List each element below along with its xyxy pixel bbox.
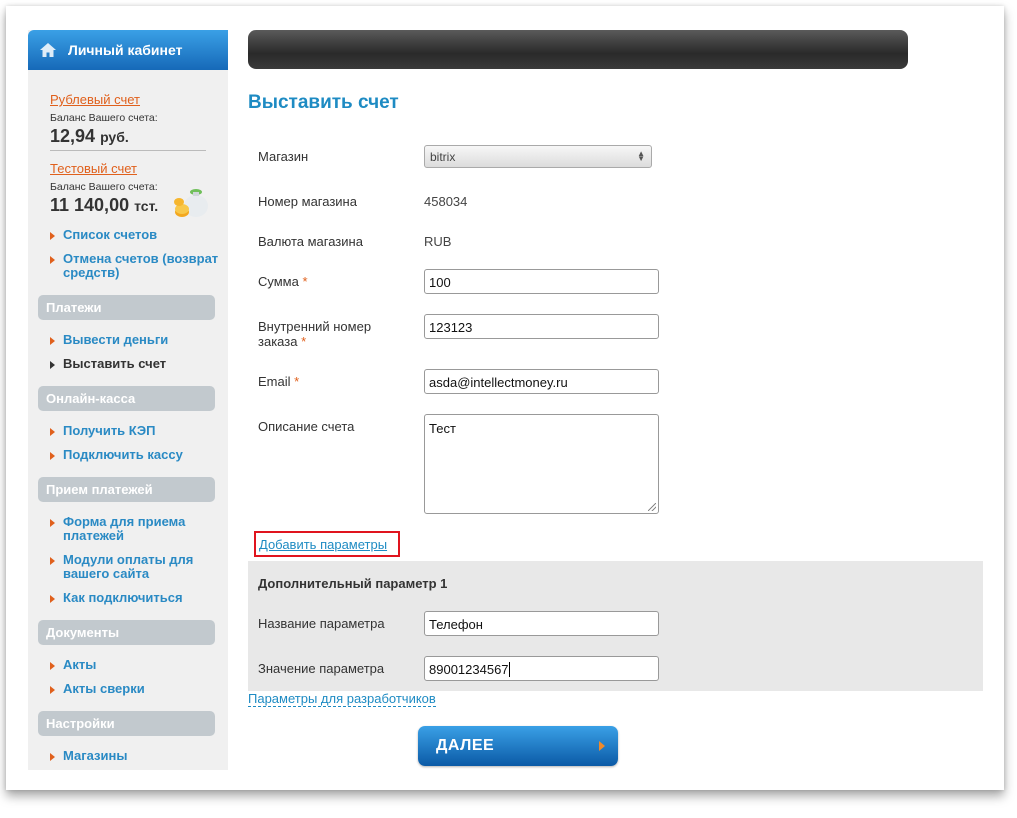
sidebar-item-shops[interactable]: Магазины xyxy=(50,749,220,763)
required-mark: * xyxy=(302,274,308,289)
shop-select[interactable]: bitrix ▲ ▼ xyxy=(424,145,652,168)
arrow-right-icon xyxy=(50,337,55,345)
developer-params-link[interactable]: Параметры для разработчиков xyxy=(248,691,436,707)
arrow-right-icon xyxy=(50,686,55,694)
ruble-balance-amount: 12,94 xyxy=(50,126,96,146)
select-arrows-icon: ▲ ▼ xyxy=(637,149,645,163)
shop-number-value: 458034 xyxy=(424,194,468,209)
sidebar: Личный кабинет Рублевый счет Баланс Ваше… xyxy=(28,30,228,770)
required-mark: * xyxy=(301,334,307,349)
test-balance-label: Баланс Вашего счета: xyxy=(50,181,158,193)
order-number-input[interactable]: 123123 xyxy=(424,314,659,339)
sidebar-header[interactable]: Личный кабинет xyxy=(28,30,228,70)
required-mark: * xyxy=(294,374,300,389)
sidebar-item-reconciliation-acts[interactable]: Акты сверки xyxy=(50,682,220,696)
test-balance-currency: тст. xyxy=(134,198,159,214)
sidebar-item-how-to-connect[interactable]: Как подключиться xyxy=(50,591,220,605)
arrow-right-icon xyxy=(50,256,55,264)
sidebar-item-withdraw[interactable]: Вывести деньги xyxy=(50,333,220,347)
ruble-balance-value: 12,94 руб. xyxy=(50,126,129,147)
sidebar-item-payment-modules[interactable]: Модули оплаты для вашего сайта xyxy=(50,553,220,581)
arrow-right-icon xyxy=(50,557,55,565)
arrow-right-icon xyxy=(50,595,55,603)
test-account-link[interactable]: Тестовый счет xyxy=(50,161,137,176)
description-label: Описание счета xyxy=(258,419,355,434)
shop-number-label: Номер магазина xyxy=(258,194,357,209)
ruble-account-link[interactable]: Рублевый счет xyxy=(50,92,140,107)
add-params-link[interactable]: Добавить параметры xyxy=(254,531,400,557)
email-input[interactable]: asda@intellectmoney.ru xyxy=(424,369,659,394)
test-balance-amount: 11 140,00 xyxy=(50,195,130,215)
shop-select-value: bitrix xyxy=(430,150,456,164)
resize-grip-icon[interactable] xyxy=(648,503,656,511)
email-label: Email * xyxy=(258,374,300,389)
page-title: Выставить счет xyxy=(248,92,399,113)
top-bar xyxy=(248,30,908,69)
order-number-label: Внутренний номер заказа * xyxy=(258,319,372,349)
param-value-text: 89001234567 xyxy=(429,662,509,677)
sidebar-item-connect-cashbox[interactable]: Подключить кассу xyxy=(50,448,220,462)
arrow-right-icon xyxy=(50,452,55,460)
next-button[interactable]: ДАЛЕЕ xyxy=(418,726,618,766)
currency-label: Валюта магазина xyxy=(258,234,363,249)
home-icon xyxy=(40,43,56,57)
sidebar-section-settings: Настройки xyxy=(38,711,215,736)
description-text: Тест xyxy=(429,421,456,436)
text-cursor xyxy=(508,662,510,677)
ruble-balance-currency: руб. xyxy=(100,129,129,145)
shop-label: Магазин xyxy=(258,149,309,164)
ruble-balance-label: Баланс Вашего счета: xyxy=(50,112,158,124)
param-value-label: Значение параметра xyxy=(258,661,385,676)
sidebar-item-accounts-list[interactable]: Список счетов xyxy=(50,228,220,242)
sidebar-section-online-cashbox: Онлайн-касса xyxy=(38,386,215,411)
sidebar-item-acts[interactable]: Акты xyxy=(50,658,220,672)
money-bag-icon xyxy=(174,189,208,217)
sidebar-section-payments: Платежи xyxy=(38,295,215,320)
arrow-right-icon xyxy=(50,753,55,761)
arrow-right-icon xyxy=(50,428,55,436)
param-value-input[interactable]: 89001234567 xyxy=(424,656,659,681)
sidebar-section-documents: Документы xyxy=(38,620,215,645)
arrow-right-icon xyxy=(50,232,55,240)
sidebar-header-title: Личный кабинет xyxy=(68,42,183,58)
param-name-input[interactable]: Телефон xyxy=(424,611,659,636)
sidebar-item-create-invoice[interactable]: Выставить счет xyxy=(50,357,220,371)
description-textarea[interactable]: Тест xyxy=(424,414,659,514)
extra-param-title: Дополнительный параметр 1 xyxy=(258,576,448,591)
sidebar-divider xyxy=(50,150,206,151)
sidebar-item-cancel-accounts[interactable]: Отмена счетов (возврат средств) xyxy=(50,252,220,280)
next-button-label: ДАЛЕЕ xyxy=(436,737,495,754)
sum-input[interactable]: 100 xyxy=(424,269,659,294)
arrow-right-icon xyxy=(599,741,605,751)
sum-label: Сумма * xyxy=(258,274,308,289)
arrow-right-icon xyxy=(50,361,55,369)
currency-value: RUB xyxy=(424,234,452,249)
test-balance-value: 11 140,00 тст. xyxy=(50,195,158,216)
arrow-right-icon xyxy=(50,662,55,670)
sidebar-item-payment-form[interactable]: Форма для приема платежей xyxy=(50,515,220,543)
arrow-right-icon xyxy=(50,519,55,527)
sidebar-item-get-kep[interactable]: Получить КЭП xyxy=(50,424,220,438)
param-name-label: Название параметра xyxy=(258,616,385,631)
sidebar-section-accept-payments: Прием платежей xyxy=(38,477,215,502)
